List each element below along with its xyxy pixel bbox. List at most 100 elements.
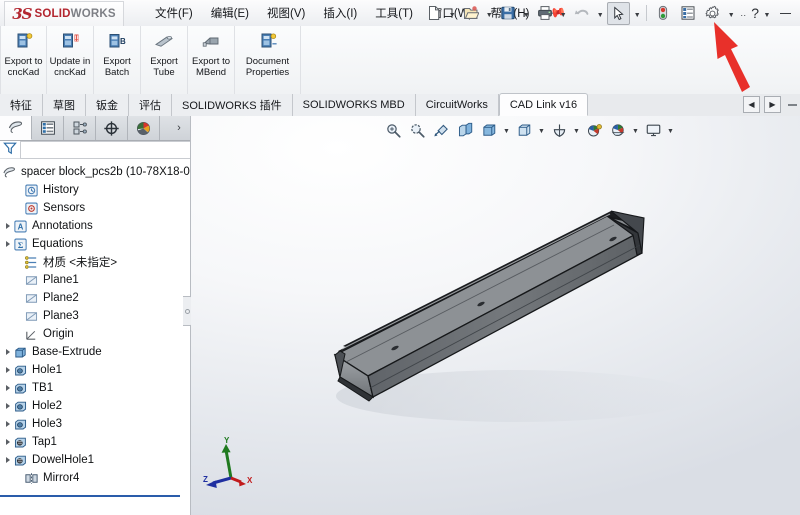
feature-tree-rollback-bar[interactable] [0, 495, 180, 497]
tree-toggle-base-extrude[interactable] [2, 343, 13, 361]
export-to-mbend-button[interactable]: Export to MBend [188, 26, 235, 94]
hide-show-items-button[interactable] [547, 118, 571, 142]
options-dropdown[interactable]: ▼ [725, 3, 737, 24]
tree-item-plane1[interactable]: Plane1 [0, 271, 190, 289]
tree-toggle-dowelhole1[interactable] [2, 451, 13, 469]
tree-item-history[interactable]: History [0, 181, 190, 199]
tree-toggle-hole2[interactable] [2, 397, 13, 415]
tree-toggle[interactable] [13, 181, 24, 199]
tree-toggle-annotations[interactable] [2, 217, 13, 235]
export-batch-button[interactable]: B Export Batch [94, 26, 141, 94]
file-properties-button[interactable] [676, 2, 699, 25]
feature-tree-filter-input[interactable] [20, 141, 191, 159]
new-document-dropdown[interactable]: ▼ [446, 3, 458, 24]
tree-toggle[interactable] [13, 289, 24, 307]
spacer-block-3d-model[interactable] [311, 191, 731, 471]
save-dropdown[interactable]: ▼ [520, 3, 532, 24]
export-to-cnckad-button[interactable]: Export to cncKad [0, 26, 47, 94]
solidworks-logo[interactable]: 3S SOLIDWORKS [4, 1, 124, 26]
select-dropdown[interactable]: ▼ [631, 3, 643, 24]
tab-evaluate[interactable]: 评估 [129, 94, 172, 116]
options-button[interactable] [701, 2, 724, 25]
menu-view[interactable]: 视图(V) [258, 1, 314, 25]
tree-toggle[interactable] [13, 271, 24, 289]
tree-item-dowelhole1[interactable]: DowelHole1 [0, 451, 190, 469]
zoom-to-area-button[interactable] [405, 118, 429, 142]
tree-item-hole1[interactable]: Hole1 [0, 361, 190, 379]
tree-toggle[interactable] [13, 325, 24, 343]
menu-tools[interactable]: 工具(T) [366, 1, 422, 25]
view-settings-dropdown[interactable]: ▼ [665, 119, 676, 141]
section-view-button[interactable] [453, 118, 477, 142]
menu-insert[interactable]: 插入(I) [314, 1, 366, 25]
tree-item-origin[interactable]: Origin [0, 325, 190, 343]
save-button[interactable] [496, 2, 519, 25]
display-style-dropdown[interactable]: ▼ [536, 119, 547, 141]
tree-item-tap1[interactable]: Tap1 [0, 433, 190, 451]
tab-collapse-icon[interactable] [788, 104, 797, 106]
minimize-icon[interactable] [774, 2, 797, 25]
tab-feature-manager-design-tree[interactable] [0, 116, 32, 140]
print-dropdown[interactable]: ▼ [557, 3, 569, 24]
update-in-cnckad-button[interactable]: Update in cncKad [47, 26, 94, 94]
tree-item-tb1[interactable]: TB1 [0, 379, 190, 397]
tree-toggle-hole3[interactable] [2, 415, 13, 433]
display-style-button[interactable] [512, 118, 536, 142]
tab-configuration-manager[interactable] [64, 116, 96, 140]
help-button[interactable]: ? [749, 5, 761, 21]
tree-item-mirror4[interactable]: Mirror4 [0, 469, 190, 487]
tree-toggle[interactable] [13, 469, 24, 487]
view-settings-button[interactable] [641, 118, 665, 142]
apply-scene-button[interactable] [606, 118, 630, 142]
tree-item-hole2[interactable]: Hole2 [0, 397, 190, 415]
tree-toggle-tb1[interactable] [2, 379, 13, 397]
rebuild-button[interactable] [651, 2, 674, 25]
graphics-viewport[interactable]: ▼ ▼ ▼ ▼ ▼ [191, 116, 800, 515]
tab-solidworks-mbd[interactable]: SOLIDWORKS MBD [293, 94, 416, 116]
tab-property-manager[interactable] [32, 116, 64, 140]
tree-toggle-equations[interactable] [2, 235, 13, 253]
tree-item-sensors[interactable]: Sensors [0, 199, 190, 217]
undo-button[interactable] [570, 2, 593, 25]
tree-item-hole3[interactable]: Hole3 [0, 415, 190, 433]
tab-circuitworks[interactable]: CircuitWorks [416, 94, 499, 116]
tree-item-plane2[interactable]: Plane2 [0, 289, 190, 307]
hide-show-items-dropdown[interactable]: ▼ [571, 119, 582, 141]
tab-display-manager[interactable] [128, 116, 160, 140]
open-document-button[interactable] [459, 2, 482, 25]
tab-sheetmetal[interactable]: 钣金 [86, 94, 129, 116]
tree-item-material[interactable]: 材质 <未指定> [0, 253, 190, 271]
tab-nav-prev-button[interactable]: ◀ [743, 96, 760, 113]
view-orientation-dropdown[interactable]: ▼ [501, 119, 512, 141]
toolbar-overflow-dots[interactable]: ·· [737, 3, 749, 24]
undo-dropdown[interactable]: ▼ [594, 3, 606, 24]
tree-toggle[interactable] [13, 307, 24, 325]
tree-item-equations[interactable]: Σ Equations [0, 235, 190, 253]
tree-root-part[interactable]: spacer block_pcs2b (10-78X18-0X3 [0, 163, 190, 181]
apply-scene-dropdown[interactable]: ▼ [630, 119, 641, 141]
tab-nav-next-button[interactable]: ▶ [764, 96, 781, 113]
tab-cad-link-v16[interactable]: CAD Link v16 [499, 93, 588, 116]
export-tube-button[interactable]: Export Tube [141, 26, 188, 94]
help-dropdown[interactable]: ▼ [761, 3, 773, 24]
open-document-dropdown[interactable]: ▼ [483, 3, 495, 24]
select-button[interactable] [607, 2, 630, 25]
tree-item-base-extrude[interactable]: Base-Extrude [0, 343, 190, 361]
view-orientation-button[interactable] [477, 118, 501, 142]
zoom-to-fit-button[interactable] [381, 118, 405, 142]
tree-toggle-hole1[interactable] [2, 361, 13, 379]
tree-toggle-tap1[interactable] [2, 433, 13, 451]
print-button[interactable] [533, 2, 556, 25]
tree-item-annotations[interactable]: A Annotations [0, 217, 190, 235]
new-document-button[interactable] [422, 2, 445, 25]
tab-features[interactable]: 特征 [0, 94, 43, 116]
menu-file[interactable]: 文件(F) [146, 1, 202, 25]
previous-view-button[interactable] [429, 118, 453, 142]
tab-solidworks-addins[interactable]: SOLIDWORKS 插件 [172, 94, 293, 116]
tree-toggle[interactable] [13, 199, 24, 217]
tree-toggle[interactable] [13, 253, 24, 271]
edit-appearance-button[interactable] [582, 118, 606, 142]
feature-manager-more-tabs-button[interactable]: › [168, 116, 190, 140]
tab-sketch[interactable]: 草图 [43, 94, 86, 116]
tree-item-plane3[interactable]: Plane3 [0, 307, 190, 325]
